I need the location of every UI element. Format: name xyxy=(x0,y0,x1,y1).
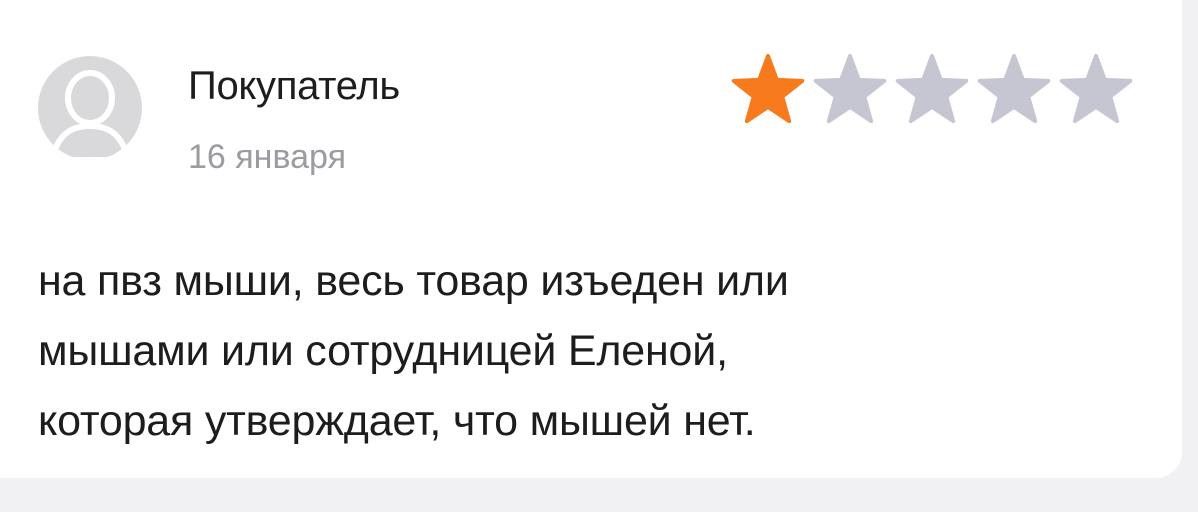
star-empty-icon xyxy=(895,54,969,124)
review-text-line: мышами или сотрудницей Еленой, xyxy=(38,327,728,375)
star-empty-icon xyxy=(1059,54,1133,124)
review-card: Покупатель 16 января на пвз мыши, весь т… xyxy=(0,0,1182,478)
star-empty-icon xyxy=(813,54,887,124)
user-silhouette-icon xyxy=(48,70,132,160)
avatar xyxy=(38,56,142,160)
star-filled-icon xyxy=(731,54,805,124)
star-empty-icon xyxy=(977,54,1051,124)
review-text: на пвз мыши, весь товар изъеден или мыша… xyxy=(38,246,1118,456)
review-date: 16 января xyxy=(188,138,346,176)
star-rating xyxy=(728,50,1136,130)
review-text-line: на пвз мыши, весь товар изъеден или xyxy=(38,257,789,305)
review-author: Покупатель xyxy=(188,64,400,108)
review-text-line: которая утверждает, что мышей нет. xyxy=(38,397,756,445)
